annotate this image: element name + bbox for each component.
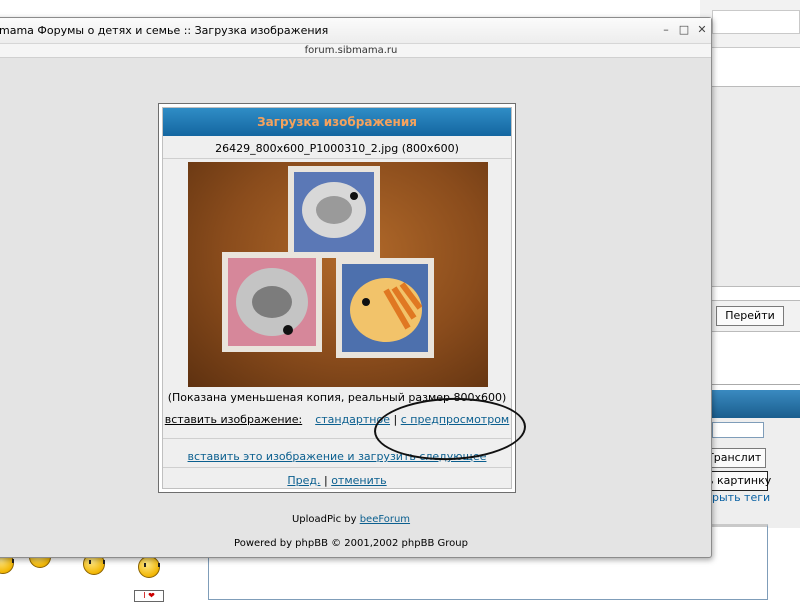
powered-by: Powered by phpBB © 2001,2002 phpBB Group bbox=[234, 538, 468, 549]
insert-label: вставить изображение: bbox=[164, 413, 303, 426]
file-info: 26429_800x600_P1000310_2.jpg (800x600) bbox=[215, 142, 459, 155]
bottom-actions: Пред. | отменить bbox=[163, 474, 511, 487]
close-icon[interactable]: ✕ bbox=[695, 23, 709, 37]
beeforum-link[interactable]: beeForum bbox=[360, 514, 410, 525]
cat-eye-top bbox=[350, 192, 358, 200]
cancel-link[interactable]: отменить bbox=[331, 474, 386, 487]
cat-eye-left bbox=[283, 325, 293, 335]
background-column bbox=[712, 86, 800, 286]
background-blue-bar bbox=[712, 390, 800, 418]
title-bar[interactable]: mama Форумы о детях и семье :: Загрузка … bbox=[0, 18, 711, 44]
window-title: mama Форумы о детях и семье :: Загрузка … bbox=[0, 24, 329, 37]
uploaded-photo bbox=[188, 162, 488, 387]
uploadpic-credit: UploadPic by beeForum bbox=[0, 514, 711, 525]
background-box bbox=[712, 333, 800, 385]
hide-tags-link[interactable]: рыть теги bbox=[712, 491, 770, 504]
prev-link[interactable]: Пред. bbox=[287, 474, 320, 487]
cat-gray-left-stripe bbox=[252, 286, 292, 318]
minimize-icon[interactable]: – bbox=[659, 23, 673, 37]
divider bbox=[163, 467, 511, 468]
uploadpic-prefix: UploadPic by bbox=[291, 514, 360, 525]
background-input[interactable] bbox=[712, 422, 764, 438]
cat-gray-top-stripe bbox=[316, 196, 352, 224]
love-card-icon[interactable]: I ❤ bbox=[134, 590, 164, 602]
maximize-icon[interactable]: □ bbox=[677, 23, 691, 37]
cat-eye-right bbox=[362, 298, 370, 306]
smiley-icon[interactable] bbox=[138, 556, 160, 578]
url-bar: forum.sibmama.ru bbox=[0, 44, 711, 58]
upload-popup-window: mama Форумы о детях и семье :: Загрузка … bbox=[0, 17, 712, 558]
divider bbox=[712, 286, 800, 287]
divider: | bbox=[323, 474, 328, 487]
divider bbox=[163, 158, 511, 159]
photo-illustration bbox=[222, 166, 434, 358]
go-button[interactable]: Перейти bbox=[716, 306, 784, 326]
background-header-box bbox=[712, 10, 800, 34]
panel-header: Загрузка изображения bbox=[163, 108, 511, 136]
